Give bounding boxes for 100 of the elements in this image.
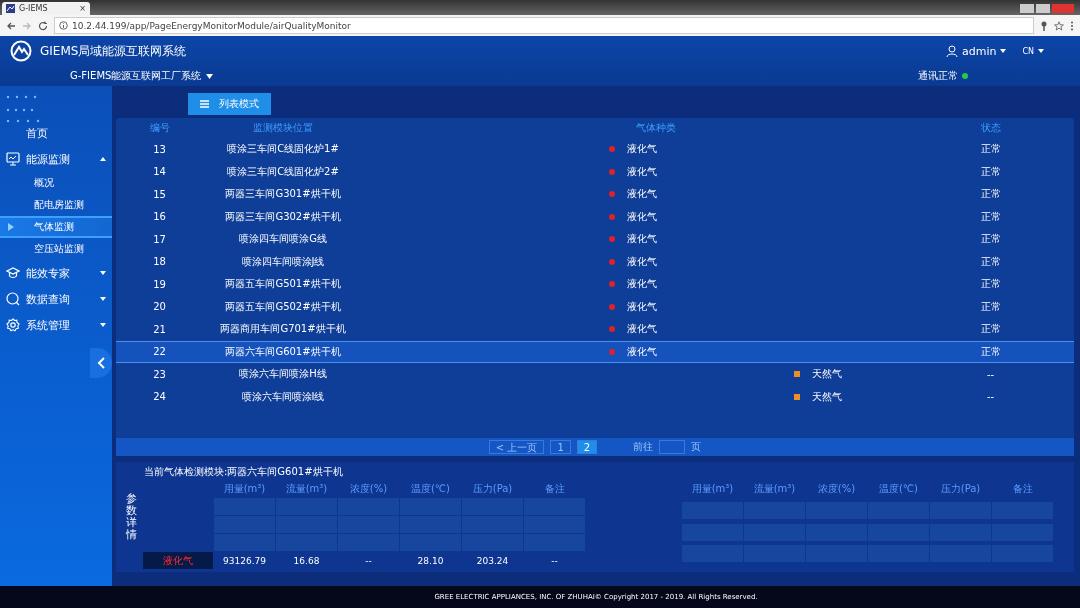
table-cell-text: 两器三车间G302#烘干机 bbox=[224, 209, 342, 224]
table-cell-text: 喷涂四车间喷涂G线 bbox=[238, 232, 328, 247]
table-cell-text: 24 bbox=[152, 391, 167, 403]
table-cell-text: 20 bbox=[152, 301, 167, 313]
caret-icon bbox=[1000, 49, 1007, 53]
table-cell-text: 13 bbox=[152, 143, 167, 155]
gas-type: 液化气 bbox=[627, 344, 657, 359]
table-row[interactable]: 24 喷涂六车间喷涂I线 天然气 -- bbox=[116, 385, 1074, 408]
table-row[interactable]: 14 喷涂三车间C线固化炉2# 液化气 正常 bbox=[116, 160, 1074, 183]
gas-type: 液化气 bbox=[627, 209, 657, 224]
table-cell-text: 16.68 bbox=[292, 554, 321, 568]
back-icon[interactable] bbox=[6, 20, 16, 31]
sidebar-item[interactable]: 数据查询 bbox=[0, 286, 112, 312]
table-cell-text: 正常 bbox=[979, 254, 1002, 269]
user-menu[interactable]: admin bbox=[945, 44, 1007, 58]
close-tab-button[interactable]: × bbox=[79, 4, 86, 13]
previous-page-button[interactable]: < 上一页 bbox=[488, 440, 545, 454]
column-header: 用量(m³) bbox=[222, 481, 267, 496]
table-cell-text: 203.24 bbox=[475, 554, 510, 568]
gas-type: 液化气 bbox=[627, 299, 657, 314]
menu-icon[interactable] bbox=[1070, 20, 1074, 31]
table-row[interactable]: 13 喷涂三车间C线固化炉1# 液化气 正常 bbox=[116, 138, 1074, 161]
table-row[interactable]: 15 两器三车间G301#烘干机 液化气 正常 bbox=[116, 183, 1074, 206]
table-cell-text: 93126.79 bbox=[222, 554, 267, 568]
column-header: 状态 bbox=[979, 121, 1002, 135]
table-cell-text: 正常 bbox=[979, 344, 1002, 359]
goto-label: 前往 bbox=[633, 440, 654, 454]
table-cell-text: 正常 bbox=[979, 209, 1002, 224]
column-header: 编号 bbox=[148, 121, 171, 135]
table-cell-text: 22 bbox=[152, 346, 167, 358]
logo-icon bbox=[10, 40, 32, 62]
table-row[interactable]: 22 两器六车间G601#烘干机 液化气 正常 bbox=[116, 340, 1074, 363]
table-cell-text: 正常 bbox=[979, 322, 1002, 337]
table-row[interactable]: 19 两器五车间G501#烘干机 液化气 正常 bbox=[116, 273, 1074, 296]
table-row[interactable]: 23 喷涂六车间喷涂H线 天然气 -- bbox=[116, 363, 1074, 386]
table-cell-text: 19 bbox=[152, 278, 167, 290]
collapse-button[interactable] bbox=[90, 348, 112, 378]
table-row[interactable]: 18 喷涂四车间喷涂J线 液化气 正常 bbox=[116, 250, 1074, 273]
app-title: GIEMS局域能源互联网系统 bbox=[40, 42, 187, 60]
table-cell-text: -- bbox=[985, 368, 996, 380]
table-cell-text: 两器三车间G301#烘干机 bbox=[224, 187, 342, 202]
sidebar-item[interactable]: 系统管理 bbox=[0, 312, 112, 338]
table-row[interactable]: 21 两器商用车间G701#烘干机 液化气 正常 bbox=[116, 318, 1074, 341]
table-cell-text: 正常 bbox=[979, 142, 1002, 157]
caret-icon bbox=[1038, 49, 1044, 53]
table-cell-text: 21 bbox=[152, 323, 167, 335]
column-header: 浓度(%) bbox=[348, 481, 389, 496]
module-title: 当前气体检测模块:两器六车间G601#烘干机 bbox=[144, 465, 343, 479]
table-cell-text: 正常 bbox=[979, 277, 1002, 292]
column-header: 温度(℃) bbox=[409, 481, 451, 496]
table-cell-text: 15 bbox=[152, 188, 167, 200]
page-icon bbox=[6, 4, 15, 13]
graduation-cap-icon bbox=[6, 266, 20, 280]
sidebar-item[interactable]: 能效专家 bbox=[0, 260, 112, 286]
page-input[interactable] bbox=[659, 440, 686, 454]
table-cell-text: 两器五车间G501#烘干机 bbox=[224, 277, 342, 292]
sidebar-item[interactable]: 首页 bbox=[0, 120, 112, 146]
gas-type-label: 液化气 bbox=[143, 552, 213, 569]
table-cell-text: 喷涂六车间喷涂H线 bbox=[238, 367, 328, 382]
table-cell-text: 14 bbox=[152, 166, 167, 178]
table-row[interactable]: 20 两器五车间G502#烘干机 液化气 正常 bbox=[116, 295, 1074, 318]
table-cell-text: 正常 bbox=[979, 187, 1002, 202]
caret-down-icon bbox=[100, 297, 106, 301]
star-icon[interactable] bbox=[1054, 20, 1064, 31]
gas-type: 液化气 bbox=[627, 187, 657, 202]
gas-type: 液化气 bbox=[627, 232, 657, 247]
key-icon[interactable] bbox=[1040, 20, 1048, 31]
sidebar-subitem[interactable]: 配电房监测 bbox=[0, 194, 112, 216]
column-header: 用量(m³) bbox=[690, 481, 735, 496]
gas-type: 液化气 bbox=[627, 322, 657, 337]
table-cell-text: 两器五车间G502#烘干机 bbox=[224, 299, 342, 314]
table-row[interactable]: 16 两器三车间G302#烘干机 液化气 正常 bbox=[116, 205, 1074, 228]
system-selector[interactable]: G-FIEMS能源互联网工厂系统 bbox=[70, 69, 214, 83]
column-header: 温度(℃) bbox=[877, 481, 919, 496]
gas-type: 液化气 bbox=[627, 254, 657, 269]
sidebar-item[interactable]: 能源监测 bbox=[0, 146, 112, 172]
column-header: 压力(Pa) bbox=[939, 481, 982, 496]
list-icon bbox=[200, 100, 209, 108]
table-cell-text: 喷涂四车间喷涂J线 bbox=[240, 254, 326, 269]
sidebar-subitem[interactable]: 气体监测 bbox=[0, 216, 112, 238]
language-menu[interactable]: CN bbox=[1022, 46, 1044, 56]
table-cell-text: 16 bbox=[152, 211, 167, 223]
sidebar-subitem[interactable]: 概况 bbox=[0, 172, 112, 194]
table-cell-text: -- bbox=[550, 554, 559, 568]
table-cell-text: 28.10 bbox=[416, 554, 445, 568]
browser-tab[interactable]: G-IEMS × bbox=[2, 2, 90, 15]
sidebar-subitem[interactable]: 空压站监测 bbox=[0, 238, 112, 260]
reload-icon[interactable] bbox=[38, 20, 48, 31]
connection-status: 通讯正常 bbox=[918, 69, 958, 83]
column-header: 监测模块位置 bbox=[252, 121, 314, 135]
user-icon bbox=[945, 45, 958, 57]
page-button[interactable]: 1 bbox=[550, 440, 571, 454]
table-row[interactable]: 17 喷涂四车间喷涂G线 液化气 正常 bbox=[116, 228, 1074, 251]
address-field[interactable]: 10.2.44.199/app/PageEnergyMonitorModule/airQualityMonitor bbox=[54, 17, 1034, 34]
table-cell-text: 23 bbox=[152, 368, 167, 380]
table-cell-text: 18 bbox=[152, 256, 167, 268]
caret-down-icon bbox=[100, 271, 106, 275]
table-cell-text: 喷涂三车间C线固化炉2# bbox=[226, 164, 340, 179]
caret-icon bbox=[206, 73, 214, 79]
table-cell-text: 17 bbox=[152, 233, 167, 245]
